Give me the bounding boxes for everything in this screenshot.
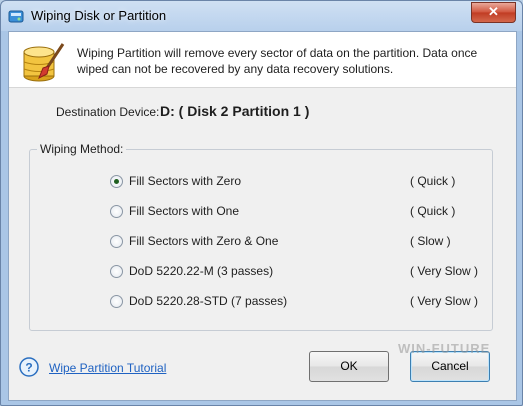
info-message: Wiping Partition will remove every secto… bbox=[77, 46, 478, 76]
wiping-method-legend: Wiping Method: bbox=[37, 142, 127, 156]
radio-button[interactable] bbox=[110, 205, 123, 218]
title-bar[interactable]: Wiping Disk or Partition ✕ bbox=[1, 1, 522, 31]
help-icon[interactable]: ? bbox=[19, 357, 39, 377]
option-label[interactable]: DoD 5220.22-M (3 passes) bbox=[129, 264, 273, 278]
radio-button[interactable] bbox=[110, 175, 123, 188]
info-header: Wiping Partition will remove every secto… bbox=[9, 32, 516, 88]
option-speed: ( Quick ) bbox=[410, 204, 456, 218]
option-label[interactable]: Fill Sectors with Zero & One bbox=[129, 234, 278, 248]
watermark: WIN-FUTURE bbox=[398, 341, 491, 356]
app-icon bbox=[8, 10, 24, 23]
svg-text:?: ? bbox=[25, 361, 32, 375]
radio-button[interactable] bbox=[110, 265, 123, 278]
tutorial-link[interactable]: Wipe Partition Tutorial bbox=[49, 361, 166, 375]
ok-button[interactable]: OK bbox=[309, 351, 389, 382]
option-speed: ( Very Slow ) bbox=[410, 294, 479, 308]
destination-value: D: ( Disk 2 Partition 1 ) bbox=[160, 103, 310, 119]
option-label[interactable]: DoD 5220.28-STD (7 passes) bbox=[129, 294, 287, 308]
close-button[interactable]: ✕ bbox=[471, 2, 516, 23]
database-brush-icon bbox=[23, 43, 65, 82]
dialog-body: Wiping Partition will remove every secto… bbox=[8, 31, 517, 401]
option-speed: ( Quick ) bbox=[410, 174, 456, 188]
window-title: Wiping Disk or Partition bbox=[31, 8, 167, 23]
dialog-window: Wiping Disk or Partition ✕ Wiping Partit… bbox=[0, 0, 523, 406]
radio-button[interactable] bbox=[110, 295, 123, 308]
option-speed: ( Very Slow ) bbox=[410, 264, 479, 278]
option-speed: ( Slow ) bbox=[410, 234, 451, 248]
option-label[interactable]: Fill Sectors with Zero bbox=[129, 174, 241, 188]
destination-label: Destination Device: bbox=[56, 105, 160, 119]
option-label[interactable]: Fill Sectors with One bbox=[129, 204, 239, 218]
radio-button[interactable] bbox=[110, 235, 123, 248]
